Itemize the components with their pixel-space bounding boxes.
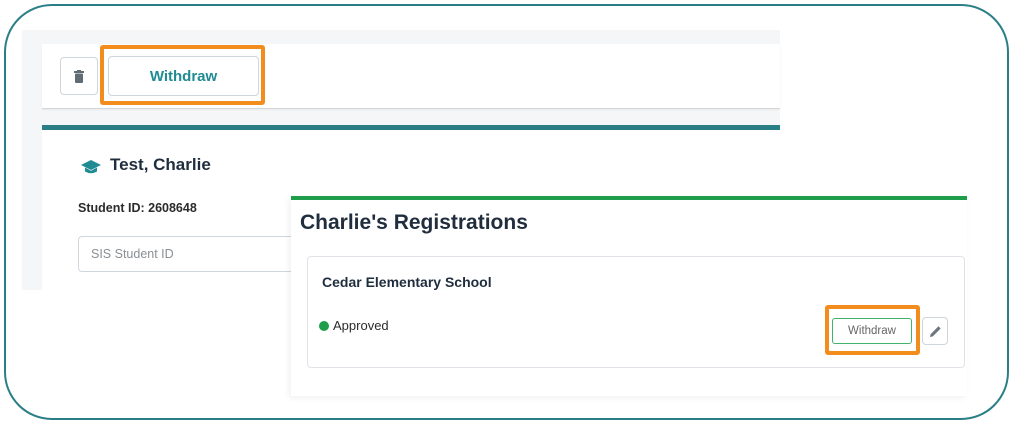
sis-student-id-input[interactable] — [78, 236, 298, 272]
registrations-title: Charlie's Registrations — [300, 211, 528, 234]
student-id: Student ID: 2608648 — [78, 201, 197, 215]
delete-button[interactable] — [60, 57, 98, 95]
withdraw-button-highlight — [100, 45, 265, 105]
registration-status: Approved — [333, 318, 389, 333]
status-dot-icon — [319, 321, 329, 331]
student-name: Test, Charlie — [110, 155, 211, 174]
graduation-cap-icon — [81, 160, 101, 174]
registrations-accent-bar — [291, 196, 967, 200]
school-name: Cedar Elementary School — [322, 274, 492, 290]
edit-registration-button[interactable] — [922, 317, 948, 345]
pencil-icon — [929, 325, 941, 337]
withdraw-registration-highlight — [825, 305, 920, 355]
trash-icon — [74, 69, 84, 83]
